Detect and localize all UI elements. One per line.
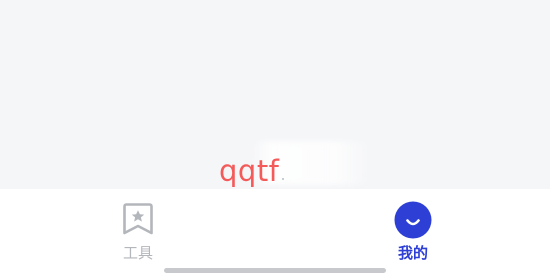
bookmark-star-icon xyxy=(121,201,155,237)
main-content-area: qqtf xyxy=(0,0,550,189)
bottom-tab-bar: 工具 我的 xyxy=(0,189,550,275)
tab-mine-label: 我的 xyxy=(397,244,428,262)
home-indicator[interactable] xyxy=(164,268,386,273)
smile-circle-icon xyxy=(394,201,432,239)
tab-tools-label: 工具 xyxy=(122,244,153,262)
watermark-text: qqtf xyxy=(219,154,280,188)
tab-tools[interactable]: 工具 xyxy=(78,189,198,275)
watermark-dot xyxy=(282,178,284,180)
tab-mine[interactable]: 我的 xyxy=(353,189,473,275)
